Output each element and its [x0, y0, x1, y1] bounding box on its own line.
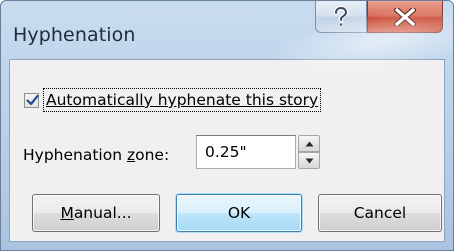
- zone-label-mnemonic: z: [126, 146, 136, 164]
- dialog-body: Automatically hyphenate this story Hyphe…: [9, 59, 445, 242]
- triangle-down-icon: [305, 158, 313, 163]
- close-x-icon: [394, 7, 416, 26]
- checkmark-icon: [26, 94, 39, 105]
- zone-label-prefix: Hyphenation: [23, 146, 127, 164]
- dialog-title: Hyphenation: [13, 24, 136, 46]
- title-bar[interactable]: Hyphenation: [1, 1, 453, 59]
- auto-hyphenate-option[interactable]: Automatically hyphenate this story: [24, 87, 322, 113]
- hyphenation-zone-spinner[interactable]: [298, 135, 320, 169]
- hyphenation-zone-input[interactable]: [196, 135, 296, 169]
- auto-hyphenate-mnemonic: A: [46, 91, 57, 109]
- cancel-button[interactable]: Cancel: [318, 194, 442, 232]
- auto-hyphenate-checkbox[interactable]: [24, 92, 39, 108]
- close-button[interactable]: [367, 1, 443, 33]
- auto-hyphenate-label-text: utomatically hyphenate this story: [56, 91, 319, 109]
- zone-label-rest: one:: [135, 146, 170, 164]
- spin-down-button[interactable]: [298, 152, 320, 169]
- manual-button-label: anual...: [73, 204, 132, 222]
- manual-button[interactable]: Manual...: [32, 194, 160, 232]
- ok-button-label: OK: [227, 204, 251, 222]
- spin-up-button[interactable]: [298, 135, 320, 152]
- ok-button[interactable]: OK: [176, 194, 302, 232]
- hyphenation-dialog: Hyphenation Automatically hyphenate this…: [0, 0, 454, 251]
- triangle-up-icon: [305, 141, 313, 146]
- manual-button-mnemonic: M: [60, 204, 74, 222]
- auto-hyphenate-label[interactable]: Automatically hyphenate this story: [43, 88, 322, 112]
- help-button[interactable]: [315, 1, 367, 33]
- question-mark-icon: [333, 5, 349, 26]
- hyphenation-zone-label: Hyphenation zone:: [23, 146, 169, 164]
- cancel-button-label: Cancel: [353, 204, 407, 222]
